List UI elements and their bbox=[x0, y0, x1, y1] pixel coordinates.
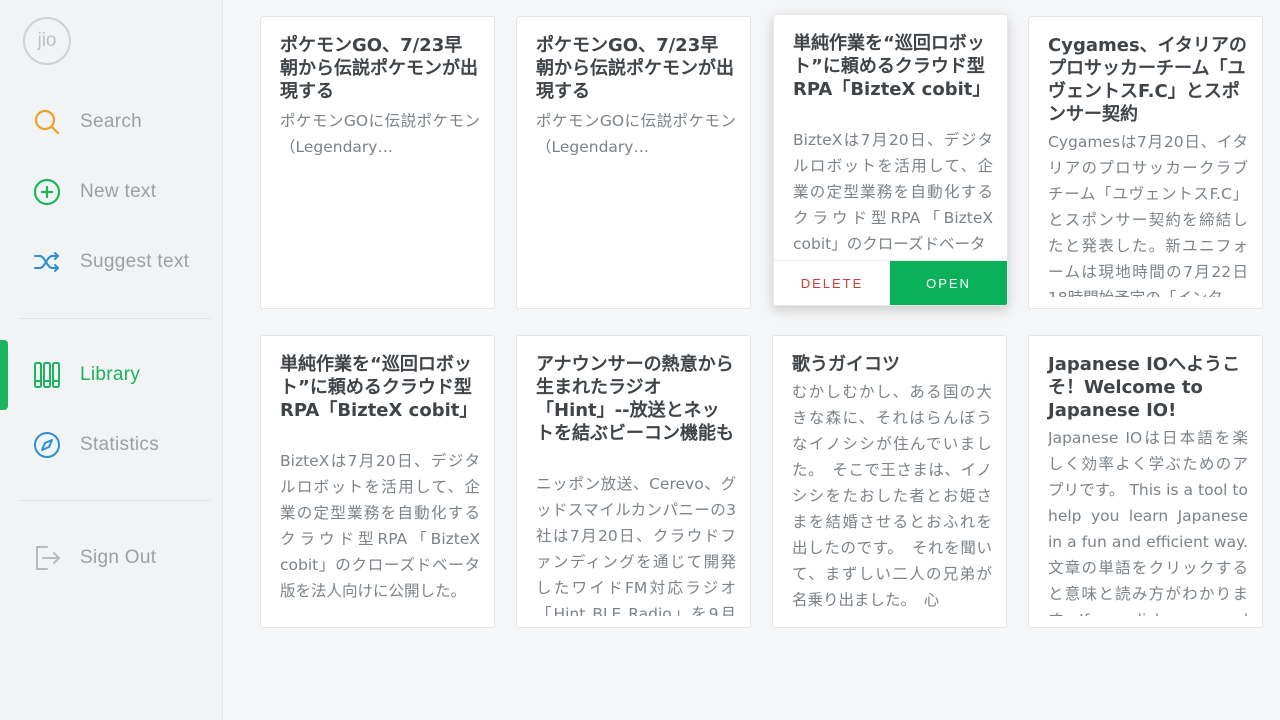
sidebar-item-label: New text bbox=[80, 181, 157, 202]
delete-button[interactable]: DELETE bbox=[774, 261, 890, 305]
card-title: Japanese IOへようこそ！Welcome to Japanese IO! bbox=[1048, 354, 1241, 421]
sidebar-item-label: Library bbox=[80, 364, 141, 385]
sidebar-item-sign-out[interactable]: Sign Out bbox=[0, 533, 223, 583]
sidebar-item-new-text[interactable]: New text bbox=[0, 167, 223, 217]
sidebar-item-suggest-text[interactable]: Suggest text bbox=[0, 237, 223, 287]
card-title: Cygames、イタリアのプロサッカーチーム「ユヴェントスF.C」とスポンサー契… bbox=[1048, 35, 1247, 125]
text-card-selected[interactable]: 単純作業を“巡回ロボット”に頼めるクラウド型RPA「BizteX cobit」 … bbox=[773, 14, 1008, 306]
sidebar-item-statistics[interactable]: Statistics bbox=[0, 420, 223, 470]
sign-out-icon bbox=[33, 544, 61, 572]
card-excerpt: Cygamesは7月20日、イタリアのプロサッカークラブチーム「ユヴェントスF.… bbox=[1048, 133, 1248, 297]
card-title: ポケモンGO、7/23早朝から伝説ポケモンが出現する bbox=[536, 35, 734, 102]
text-card[interactable]: ポケモンGO、7/23早朝から伝説ポケモンが出現する ポケモンGOに伝説ポケモン… bbox=[260, 16, 495, 309]
card-title: ポケモンGO、7/23早朝から伝説ポケモンが出現する bbox=[280, 35, 478, 102]
shuffle-icon bbox=[33, 248, 61, 276]
sidebar-item-label: Search bbox=[80, 111, 143, 132]
card-excerpt: ポケモンGOに伝説ポケモン（Legendary… bbox=[280, 112, 480, 156]
sidebar-item-search[interactable]: Search bbox=[0, 97, 223, 147]
card-excerpt: むかしむかし、ある国の大きな森に、それはらんぼうなイノシシが住んでいました。 そ… bbox=[792, 383, 992, 609]
card-title: アナウンサーの熱意から生まれたラジオ「Hint」--放送とネットを結ぶビーコン機… bbox=[536, 354, 734, 444]
sidebar-divider bbox=[19, 500, 211, 501]
sidebar-item-label: Suggest text bbox=[80, 251, 190, 272]
text-card[interactable]: 単純作業を“巡回ロボット”に頼めるクラウド型RPA「BizteX cobit」 … bbox=[260, 335, 495, 628]
card-excerpt: BizteXは7月20日、デジタルロボットを活用して、企業の定型業務を自動化する… bbox=[793, 131, 993, 253]
card-actions: DELETE OPEN bbox=[774, 260, 1007, 305]
text-card[interactable]: 歌うガイコツ むかしむかし、ある国の大きな森に、それはらんぼうなイノシシが住んで… bbox=[772, 335, 1007, 628]
text-card[interactable]: Japanese IOへようこそ！Welcome to Japanese IO!… bbox=[1028, 335, 1263, 628]
text-card[interactable]: アナウンサーの熱意から生まれたラジオ「Hint」--放送とネットを結ぶビーコン機… bbox=[516, 335, 751, 628]
sidebar-item-label: Statistics bbox=[80, 434, 160, 455]
card-title: 歌うガイコツ bbox=[792, 354, 900, 375]
open-button[interactable]: OPEN bbox=[890, 261, 1007, 305]
text-card[interactable]: Cygames、イタリアのプロサッカーチーム「ユヴェントスF.C」とスポンサー契… bbox=[1028, 16, 1263, 309]
sidebar-item-library[interactable]: Library bbox=[0, 350, 223, 400]
plus-circle-icon bbox=[33, 178, 61, 206]
library-icon bbox=[33, 361, 61, 389]
app-logo[interactable]: jio bbox=[23, 17, 71, 65]
card-title: 単純作業を“巡回ロボット”に頼めるクラウド型RPA「BizteX cobit」 bbox=[793, 33, 991, 100]
sidebar-divider bbox=[19, 318, 211, 319]
card-excerpt: Japanese IOは日本語を楽しく効率よく学ぶためのアプリです。 This … bbox=[1048, 429, 1248, 616]
card-excerpt: ポケモンGOに伝説ポケモン（Legendary… bbox=[536, 112, 736, 156]
card-excerpt: ニッポン放送、Cerevo、グッドスマイルカンパニーの3社は7月20日、クラウド… bbox=[536, 475, 736, 616]
text-card[interactable]: ポケモンGO、7/23早朝から伝説ポケモンが出現する ポケモンGOに伝説ポケモン… bbox=[516, 16, 751, 309]
sidebar-item-label: Sign Out bbox=[80, 547, 157, 568]
search-icon bbox=[33, 108, 61, 136]
card-title: 単純作業を“巡回ロボット”に頼めるクラウド型RPA「BizteX cobit」 bbox=[280, 354, 478, 421]
compass-icon bbox=[33, 431, 61, 459]
card-excerpt: BizteXは7月20日、デジタルロボットを活用して、企業の定型業務を自動化する… bbox=[280, 452, 480, 600]
sidebar: jio Search New text Suggest text Library bbox=[0, 0, 223, 720]
